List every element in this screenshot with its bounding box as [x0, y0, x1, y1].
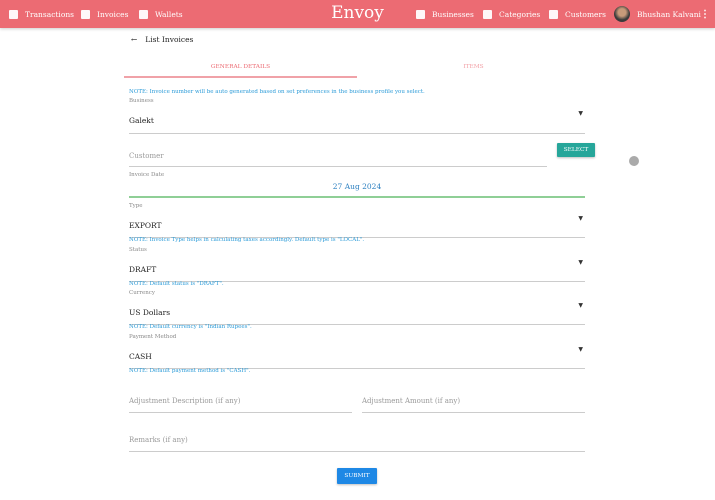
avatar	[614, 6, 630, 22]
note-status: NOTE: Default status is "DRAFT".	[129, 281, 224, 287]
select-customer-button[interactable]: SELECT	[557, 143, 595, 157]
note-payment: NOTE: Default payment method is "CASH".	[129, 368, 251, 374]
building-icon	[416, 9, 425, 19]
note-invoice-number: NOTE: Invoice number will be auto genera…	[129, 89, 425, 95]
dropdown-arrow-icon: ▼	[578, 110, 583, 117]
tab-items[interactable]: ITEMS	[357, 64, 590, 70]
customer-placeholder: Customer	[129, 152, 164, 160]
invoice-date-value: 27 Aug 2024	[332, 182, 382, 191]
nav-label: Customers	[565, 9, 606, 19]
nav-label: Categories	[499, 9, 541, 19]
remarks-placeholder: Remarks (if any)	[129, 436, 188, 444]
grid-icon	[483, 9, 492, 19]
dropdown-arrow-icon: ▼	[578, 259, 583, 266]
submit-button[interactable]: SUBMIT	[337, 468, 377, 484]
type-label: Type	[129, 203, 143, 209]
payment-method-label: Payment Method	[129, 334, 177, 340]
note-currency: NOTE: Default currency is "Indian Rupees…	[129, 324, 252, 330]
user-name: Bhushan Kalvani	[637, 9, 701, 19]
invoice-date-input[interactable]: 27 Aug 2024	[129, 182, 585, 198]
more-vert-icon[interactable]: ⋮	[700, 0, 710, 28]
nav-businesses[interactable]: Businesses	[416, 0, 474, 28]
currency-select[interactable]: US Dollars ▼	[129, 300, 585, 325]
business-select[interactable]: Galekt ▼	[129, 108, 585, 134]
business-value: Galekt	[129, 116, 154, 125]
nav-categories[interactable]: Categories	[483, 0, 540, 28]
invoice-date-label: Invoice Date	[129, 172, 165, 178]
nav-customers[interactable]: Customers	[549, 0, 606, 28]
adjustment-description-input[interactable]: Adjustment Description (if any)	[129, 388, 352, 413]
dropdown-arrow-icon: ▼	[578, 215, 583, 222]
customer-input[interactable]: Customer	[129, 143, 547, 167]
business-label: Business	[129, 98, 154, 104]
status-value: DRAFT	[129, 265, 157, 274]
arrow-left-icon: ←	[131, 35, 138, 44]
currency-label: Currency	[129, 290, 155, 296]
brand-logo[interactable]: Envoy	[0, 3, 715, 23]
back-link[interactable]: ← List Invoices	[131, 35, 193, 44]
adjustment-amount-input[interactable]: Adjustment Amount (if any)	[362, 388, 585, 413]
payment-method-value: CASH	[129, 352, 152, 361]
user-menu[interactable]: Bhushan Kalvani	[614, 0, 701, 28]
status-label: Status	[129, 247, 147, 253]
adjustment-description-placeholder: Adjustment Description (if any)	[129, 397, 241, 405]
dropdown-arrow-icon: ▼	[578, 302, 583, 309]
type-value: EXPORT	[129, 221, 162, 230]
cursor-indicator	[629, 156, 639, 166]
back-label: List Invoices	[145, 35, 194, 44]
currency-value: US Dollars	[129, 308, 171, 317]
remarks-input[interactable]: Remarks (if any)	[129, 427, 585, 452]
dropdown-arrow-icon: ▼	[578, 346, 583, 353]
contact-icon	[549, 9, 558, 19]
adjustment-amount-placeholder: Adjustment Amount (if any)	[362, 397, 461, 405]
top-navbar: Transactions Invoices Wallets Envoy Busi…	[0, 0, 715, 28]
tab-general-details[interactable]: GENERAL DETAILS	[124, 64, 357, 70]
note-type: NOTE: Invoice Type helps in calculating …	[129, 237, 365, 243]
payment-method-select[interactable]: CASH ▼	[129, 344, 585, 369]
nav-label: Businesses	[432, 9, 474, 19]
tab-indicator	[124, 76, 357, 78]
status-select[interactable]: DRAFT ▼	[129, 257, 585, 282]
type-select[interactable]: EXPORT ▼	[129, 213, 585, 238]
